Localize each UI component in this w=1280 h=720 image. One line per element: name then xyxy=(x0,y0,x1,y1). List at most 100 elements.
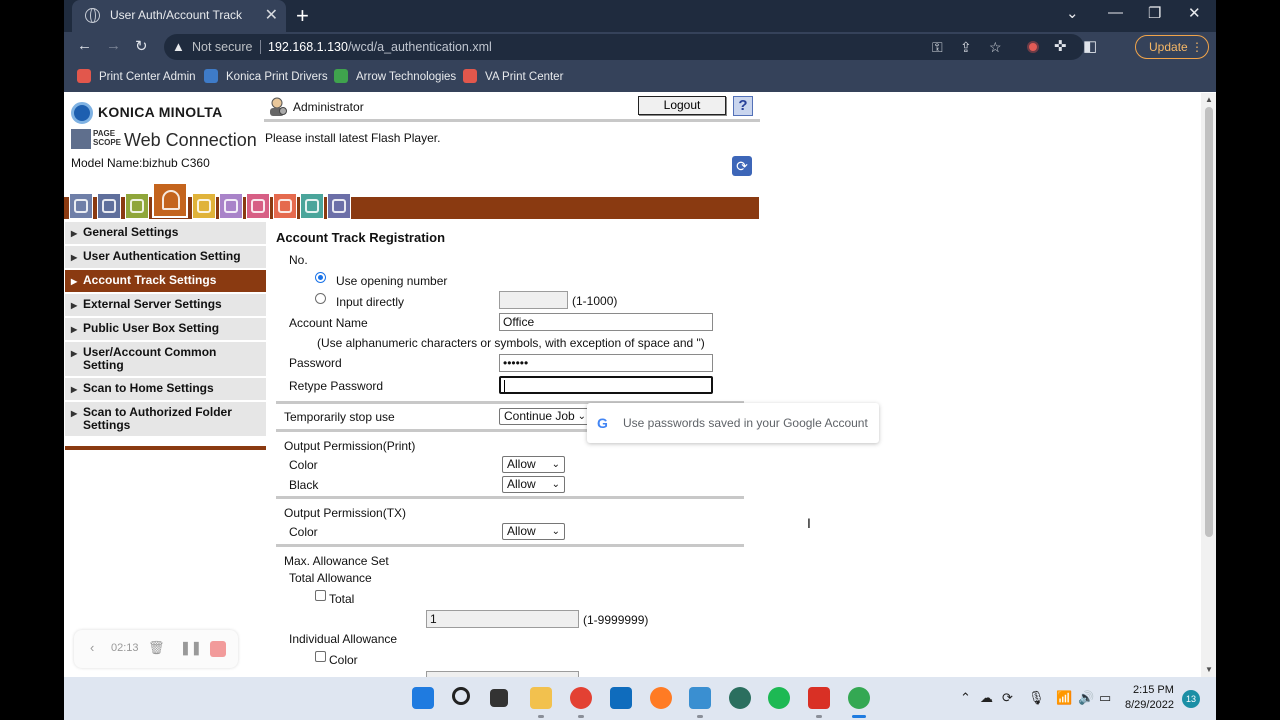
vpn-icon[interactable] xyxy=(729,687,751,709)
task-view-icon[interactable] xyxy=(490,689,508,707)
microphone-icon[interactable]: 🎙 xyxy=(1028,690,1045,706)
spotify-icon[interactable] xyxy=(768,687,790,709)
search-icon[interactable] xyxy=(452,687,470,705)
outlook-icon[interactable] xyxy=(610,687,632,709)
print-black-select[interactable]: Allow ⌄ xyxy=(502,476,565,493)
tab-close-icon[interactable]: ✕ xyxy=(265,0,278,31)
start-icon[interactable] xyxy=(412,687,434,709)
box-tab-icon[interactable] xyxy=(219,193,243,219)
file-explorer-icon[interactable] xyxy=(530,687,552,709)
sidebar-item-account-track[interactable]: Account Track Settings xyxy=(65,270,266,294)
bookmark-star-icon[interactable]: ☆ xyxy=(989,34,1002,60)
chrome-icon[interactable] xyxy=(570,687,592,709)
chrome-active-icon[interactable] xyxy=(848,687,870,709)
wifi-icon[interactable]: 📶 xyxy=(1056,690,1072,706)
bookmark-va-print-center[interactable]: VA Print Center xyxy=(463,69,563,85)
active-indicator xyxy=(852,715,866,718)
store-address-tab-icon[interactable] xyxy=(273,193,297,219)
retype-password-label: Retype Password xyxy=(289,379,384,393)
input-directly-radio[interactable] xyxy=(315,293,326,304)
restore-icon[interactable]: ❐ xyxy=(1148,4,1161,22)
no-label: No. xyxy=(289,253,308,267)
print-color-select[interactable]: Allow ⌄ xyxy=(502,456,565,473)
account-name-hint: (Use alphanumeric characters or symbols,… xyxy=(317,336,705,350)
sync-icon[interactable]: ⟳ xyxy=(1002,690,1013,706)
key-icon[interactable]: ⚿ xyxy=(932,34,943,60)
print-settings-tab-icon[interactable] xyxy=(246,193,270,219)
password-autofill-popup[interactable]: G Use passwords saved in your Google Acc… xyxy=(587,403,879,443)
maintenance-tab-icon[interactable] xyxy=(69,193,93,219)
system-clock[interactable]: 2:15 PM 8/29/2022 xyxy=(1125,683,1174,713)
konica-icon xyxy=(204,69,218,83)
running-indicator xyxy=(538,715,544,718)
network-tab-icon[interactable] xyxy=(192,193,216,219)
sidebar-item-user-account-common[interactable]: User/Account Common Setting xyxy=(65,342,266,378)
fax-settings-tab-icon[interactable] xyxy=(300,193,324,219)
account-name-input[interactable]: Office xyxy=(499,313,713,331)
minimize-icon[interactable]: — xyxy=(1108,4,1123,21)
total-allowance-input[interactable]: 1 xyxy=(426,610,579,628)
network-settings-tab-icon[interactable] xyxy=(327,193,351,219)
stop-icon[interactable] xyxy=(210,641,226,657)
address-separator xyxy=(260,40,261,54)
chevron-down-icon: ⌄ xyxy=(551,459,560,470)
chevron-down-icon: ⌄ xyxy=(551,526,560,537)
bookmark-label: Arrow Technologies xyxy=(356,71,457,83)
window-close-icon[interactable]: ✕ xyxy=(1188,4,1201,22)
bookmark-arrow-technologies[interactable]: Arrow Technologies xyxy=(334,69,456,85)
extensions-icon[interactable]: ✜ xyxy=(1054,37,1067,55)
update-button[interactable]: Update ⋮ xyxy=(1135,35,1209,59)
address-bar[interactable]: ▲ Not secure 192.168.1.130/wcd/a_authent… xyxy=(164,34,1084,60)
account-number-input[interactable] xyxy=(499,291,568,309)
tx-color-select[interactable]: Allow ⌄ xyxy=(502,523,565,540)
new-tab-button[interactable]: + xyxy=(296,3,309,29)
notification-badge[interactable]: 13 xyxy=(1182,690,1200,708)
pause-icon[interactable]: ❚❚ xyxy=(180,640,202,656)
tray-chevron-icon[interactable]: ⌃ xyxy=(960,690,971,706)
header-divider xyxy=(264,119,760,122)
logout-button[interactable]: Logout xyxy=(638,96,726,115)
battery-icon[interactable]: ▭ xyxy=(1099,690,1111,706)
page-scrollbar[interactable]: ▲ ▼ xyxy=(1201,93,1216,677)
system-settings-tab-icon[interactable] xyxy=(97,193,121,219)
use-opening-number-radio[interactable] xyxy=(315,272,326,283)
total-checkbox[interactable] xyxy=(315,590,326,601)
sidebar-item-public-user-box[interactable]: Public User Box Setting xyxy=(65,318,266,342)
collapse-icon[interactable]: ‹ xyxy=(90,640,94,655)
recording-icon[interactable] xyxy=(1027,41,1039,53)
sidebar-item-general-settings[interactable]: General Settings xyxy=(65,222,266,246)
bookmark-print-center-admin[interactable]: Print Center Admin xyxy=(77,69,196,85)
trash-icon[interactable]: 🗑 xyxy=(148,640,165,656)
forward-icon[interactable]: → xyxy=(106,37,121,54)
scroll-up-icon[interactable]: ▲ xyxy=(1205,95,1213,104)
security-tab-icon[interactable] xyxy=(125,193,149,219)
firefox-icon[interactable] xyxy=(650,687,672,709)
sidebar-item-external-server[interactable]: External Server Settings xyxy=(65,294,266,318)
sidebar-item-user-authentication[interactable]: User Authentication Setting xyxy=(65,246,266,270)
reload-icon[interactable]: ↻ xyxy=(135,37,148,55)
retype-password-input[interactable] xyxy=(499,376,713,394)
sidebar-item-scan-to-authorized-folder[interactable]: Scan to Authorized Folder Settings xyxy=(65,402,266,438)
temporarily-stop-select[interactable]: Continue Job ⌄ xyxy=(499,408,591,425)
individual-color-checkbox[interactable] xyxy=(315,651,326,662)
browser-tab[interactable]: User Auth/Account Track ✕ xyxy=(72,0,286,32)
side-panel-icon[interactable]: ◧ xyxy=(1083,37,1097,55)
section-divider xyxy=(276,496,744,499)
bookmark-konica-print-drivers[interactable]: Konica Print Drivers xyxy=(204,69,328,85)
tab-search-icon[interactable]: ⌄ xyxy=(1066,4,1079,22)
help-icon[interactable]: ? xyxy=(733,96,753,116)
remote-desktop-icon[interactable] xyxy=(689,687,711,709)
scroll-thumb[interactable] xyxy=(1205,107,1213,537)
scroll-down-icon[interactable]: ▼ xyxy=(1205,665,1213,674)
onedrive-icon[interactable]: ☁ xyxy=(980,690,993,706)
back-icon[interactable]: ← xyxy=(77,37,92,54)
text-caret xyxy=(504,380,505,392)
acrobat-icon[interactable] xyxy=(808,687,830,709)
volume-icon[interactable]: 🔊 xyxy=(1078,690,1094,706)
share-icon[interactable]: ⇪ xyxy=(960,34,972,60)
user-auth-tab-icon[interactable] xyxy=(152,182,188,218)
bookmark-label: VA Print Center xyxy=(485,71,564,83)
sidebar-item-scan-to-home[interactable]: Scan to Home Settings xyxy=(65,378,266,402)
refresh-icon[interactable]: ⟳ xyxy=(732,156,752,176)
password-input[interactable]: •••••• xyxy=(499,354,713,372)
